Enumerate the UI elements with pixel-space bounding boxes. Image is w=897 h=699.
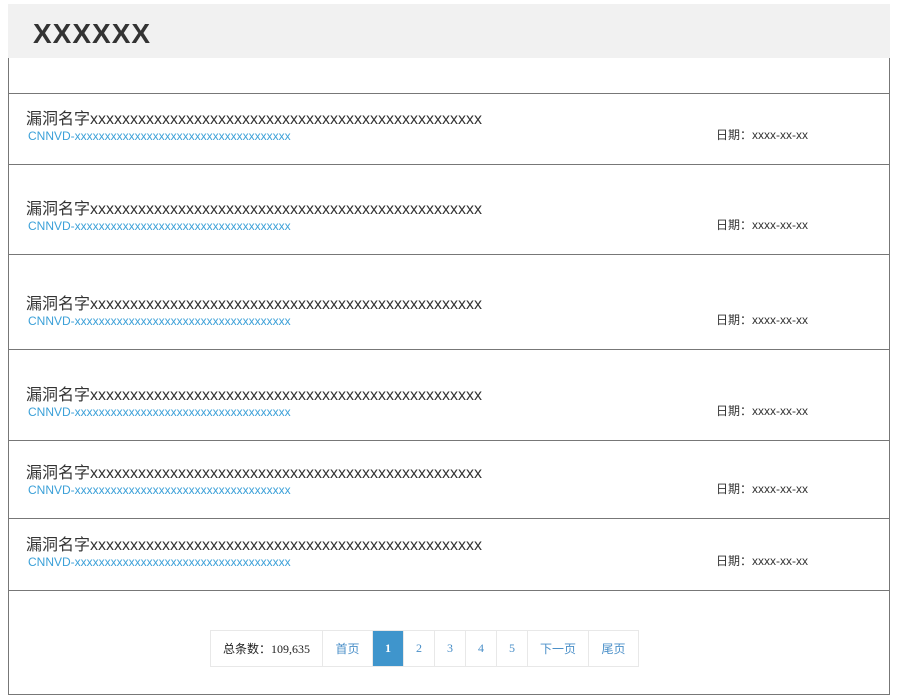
vuln-date: 日期：xxxx-xx-xx xyxy=(716,404,808,418)
first-page-button[interactable]: 首页 xyxy=(322,631,372,666)
page-1-button[interactable]: 1 xyxy=(372,631,403,666)
page-title: XXXXXX xyxy=(33,18,152,49)
vuln-id-link[interactable]: CNNVD-xxxxxxxxxxxxxxxxxxxxxxxxxxxxxxxxxx… xyxy=(28,555,291,569)
page-header: XXXXXX xyxy=(8,4,890,58)
vuln-title[interactable]: 漏洞名字xxxxxxxxxxxxxxxxxxxxxxxxxxxxxxxxxxxx… xyxy=(26,531,482,555)
vuln-title[interactable]: 漏洞名字xxxxxxxxxxxxxxxxxxxxxxxxxxxxxxxxxxxx… xyxy=(26,459,482,483)
pagination: 总条数：109,635 首页 1 2 3 4 5 下一页 尾页 xyxy=(210,630,639,667)
last-page-button[interactable]: 尾页 xyxy=(588,631,638,666)
vuln-title[interactable]: 漏洞名字xxxxxxxxxxxxxxxxxxxxxxxxxxxxxxxxxxxx… xyxy=(26,290,482,314)
list-item: 漏洞名字xxxxxxxxxxxxxxxxxxxxxxxxxxxxxxxxxxxx… xyxy=(9,441,889,519)
list-item: 漏洞名字xxxxxxxxxxxxxxxxxxxxxxxxxxxxxxxxxxxx… xyxy=(9,350,889,441)
vuln-date: 日期：xxxx-xx-xx xyxy=(716,313,808,327)
list-top-spacer xyxy=(9,58,889,94)
list-item: 漏洞名字xxxxxxxxxxxxxxxxxxxxxxxxxxxxxxxxxxxx… xyxy=(9,165,889,255)
page-5-button[interactable]: 5 xyxy=(496,631,527,666)
page-2-button[interactable]: 2 xyxy=(403,631,434,666)
vuln-id-link[interactable]: CNNVD-xxxxxxxxxxxxxxxxxxxxxxxxxxxxxxxxxx… xyxy=(28,129,291,143)
vulnerability-list: 漏洞名字xxxxxxxxxxxxxxxxxxxxxxxxxxxxxxxxxxxx… xyxy=(8,58,890,695)
vuln-date: 日期：xxxx-xx-xx xyxy=(716,482,808,496)
next-page-button[interactable]: 下一页 xyxy=(527,631,588,666)
vuln-title[interactable]: 漏洞名字xxxxxxxxxxxxxxxxxxxxxxxxxxxxxxxxxxxx… xyxy=(26,105,482,129)
vuln-id-link[interactable]: CNNVD-xxxxxxxxxxxxxxxxxxxxxxxxxxxxxxxxxx… xyxy=(28,219,291,233)
vuln-id-link[interactable]: CNNVD-xxxxxxxxxxxxxxxxxxxxxxxxxxxxxxxxxx… xyxy=(28,483,291,497)
total-count: 总条数：109,635 xyxy=(222,642,310,656)
vuln-title[interactable]: 漏洞名字xxxxxxxxxxxxxxxxxxxxxxxxxxxxxxxxxxxx… xyxy=(26,381,482,405)
vuln-title[interactable]: 漏洞名字xxxxxxxxxxxxxxxxxxxxxxxxxxxxxxxxxxxx… xyxy=(26,195,482,219)
vuln-id-link[interactable]: CNNVD-xxxxxxxxxxxxxxxxxxxxxxxxxxxxxxxxxx… xyxy=(28,405,291,419)
list-item: 漏洞名字xxxxxxxxxxxxxxxxxxxxxxxxxxxxxxxxxxxx… xyxy=(9,255,889,350)
vuln-date: 日期：xxxx-xx-xx xyxy=(716,218,808,232)
vuln-id-link[interactable]: CNNVD-xxxxxxxxxxxxxxxxxxxxxxxxxxxxxxxxxx… xyxy=(28,314,291,328)
vuln-date: 日期：xxxx-xx-xx xyxy=(716,554,808,568)
list-item: 漏洞名字xxxxxxxxxxxxxxxxxxxxxxxxxxxxxxxxxxxx… xyxy=(9,94,889,165)
page-4-button[interactable]: 4 xyxy=(465,631,496,666)
list-item: 漏洞名字xxxxxxxxxxxxxxxxxxxxxxxxxxxxxxxxxxxx… xyxy=(9,519,889,591)
vuln-date: 日期：xxxx-xx-xx xyxy=(716,128,808,142)
page-3-button[interactable]: 3 xyxy=(434,631,465,666)
